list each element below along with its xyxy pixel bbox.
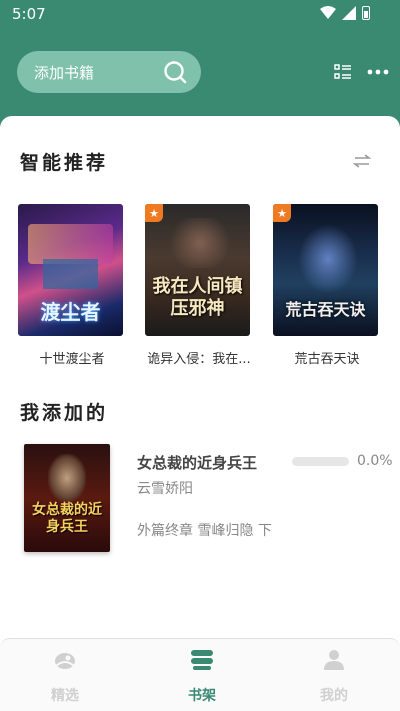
book-title: 十世渡尘者 bbox=[39, 352, 105, 367]
added-book-item[interactable]: 女总裁的近身兵王 女总裁的近身兵王 0.0% 云雪娇阳 外篇终章 雪峰归隐 下 bbox=[24, 444, 393, 554]
bookshelf-icon bbox=[191, 650, 213, 670]
book-title: 女总裁的近身兵王 bbox=[137, 454, 258, 472]
nav-label: 精选 bbox=[51, 688, 79, 704]
nav-item-featured[interactable]: 精选 bbox=[25, 649, 105, 705]
book-author: 云雪娇阳 bbox=[137, 481, 193, 497]
featured-icon bbox=[54, 653, 76, 669]
wifi-icon bbox=[320, 6, 336, 19]
nav-item-bookshelf[interactable]: 书架 bbox=[162, 649, 242, 705]
status-icons bbox=[320, 6, 370, 20]
refresh-swap-icon[interactable] bbox=[353, 154, 371, 168]
book-cover: 女总裁的近身兵王 bbox=[24, 444, 110, 552]
more-icon[interactable] bbox=[367, 69, 389, 75]
recommend-book-3[interactable]: ★ 荒古吞天诀 荒古吞天诀 bbox=[273, 204, 381, 367]
search-input[interactable]: 添加书籍 bbox=[17, 51, 201, 93]
list-icon[interactable] bbox=[334, 64, 352, 80]
nav-item-mine[interactable]: 我的 bbox=[294, 649, 374, 705]
bottom-nav: 精选 书架 我的 bbox=[0, 638, 400, 711]
signal-icon bbox=[342, 6, 356, 20]
recommend-book-2[interactable]: ★ 我在人间镇压邪神 诡异入侵：我在... bbox=[145, 204, 253, 367]
profile-icon bbox=[324, 650, 344, 670]
search-icon[interactable] bbox=[163, 60, 187, 84]
book-title: 荒古吞天诀 bbox=[294, 352, 360, 367]
battery-icon bbox=[362, 6, 370, 20]
book-cover: 渡尘者 bbox=[18, 204, 123, 336]
book-cover: ★ 我在人间镇压邪神 bbox=[145, 204, 250, 336]
cover-text: 荒古吞天诀 bbox=[285, 300, 366, 319]
hot-badge-icon: ★ bbox=[145, 204, 163, 222]
progress-text: 0.0% bbox=[357, 453, 393, 469]
recommend-book-1[interactable]: 渡尘者 十世渡尘者 bbox=[18, 204, 126, 367]
cover-text: 女总裁的近身兵王 bbox=[32, 502, 102, 535]
bookshelf-panel: 智能推荐 渡尘者 十世渡尘者 ★ 我在人间镇压邪神 诡异入侵：我在... ★ 荒… bbox=[0, 116, 400, 711]
search-placeholder: 添加书籍 bbox=[34, 64, 95, 82]
book-title: 诡异入侵：我在... bbox=[147, 352, 251, 367]
recommend-title: 智能推荐 bbox=[20, 152, 109, 174]
book-cover: ★ 荒古吞天诀 bbox=[273, 204, 378, 336]
cover-text: 我在人间镇压邪神 bbox=[152, 276, 243, 319]
cover-text: 渡尘者 bbox=[40, 300, 101, 324]
reading-progress-bar bbox=[292, 457, 349, 466]
status-bar: 5:07 bbox=[0, 0, 400, 28]
hot-badge-icon: ★ bbox=[273, 204, 291, 222]
header: 添加书籍 bbox=[0, 28, 400, 116]
book-chapter: 外篇终章 雪峰归隐 下 bbox=[137, 523, 272, 539]
status-time: 5:07 bbox=[12, 5, 46, 23]
nav-label: 书架 bbox=[188, 688, 216, 704]
added-title: 我添加的 bbox=[20, 402, 109, 424]
nav-label: 我的 bbox=[320, 688, 348, 704]
